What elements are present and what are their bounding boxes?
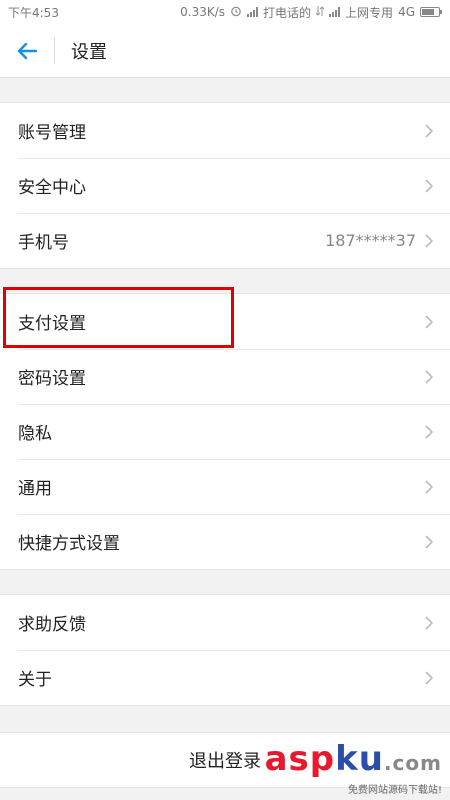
row-label: 通用	[18, 479, 52, 499]
network-speed: 0.33K/s	[180, 5, 226, 19]
chevron-right-icon	[424, 615, 434, 631]
watermark: aspku.com 免费网站源码下载站!	[265, 741, 442, 796]
chevron-right-icon	[424, 424, 434, 440]
row-label: 隐私	[18, 424, 52, 444]
row-label: 关于	[18, 670, 52, 690]
data-arrows-icon	[315, 5, 325, 20]
chevron-right-icon	[424, 369, 434, 385]
row-security-center[interactable]: 安全中心	[0, 158, 450, 213]
back-arrow-icon	[17, 42, 38, 59]
status-time: 下午4:53	[8, 5, 59, 20]
alarm-icon	[230, 5, 242, 20]
app-header: 设置	[0, 24, 450, 78]
status-bar: 下午4:53 0.33K/s 打电话的 上网专用 4G	[0, 0, 450, 24]
chevron-right-icon	[424, 178, 434, 194]
chevron-right-icon	[424, 479, 434, 495]
row-label: 支付设置	[18, 314, 86, 334]
row-shortcut-settings[interactable]: 快捷方式设置	[0, 514, 450, 569]
row-label: 密码设置	[18, 369, 86, 389]
signal-icon-2	[329, 7, 341, 17]
watermark-part2: ku	[335, 739, 384, 779]
battery-icon	[420, 7, 442, 17]
row-label: 求助反馈	[18, 615, 86, 635]
chevron-right-icon	[424, 314, 434, 330]
row-label: 手机号	[18, 233, 69, 253]
settings-group-general: 支付设置 密码设置 隐私 通用 快捷方式设置	[0, 293, 450, 570]
sim1-label: 打电话的	[263, 5, 312, 20]
row-privacy[interactable]: 隐私	[0, 404, 450, 459]
page-title: 设置	[71, 41, 107, 63]
phone-number-value: 187*****37	[325, 231, 416, 250]
network-type: 4G	[398, 5, 415, 19]
row-payment-settings[interactable]: 支付设置	[0, 294, 450, 349]
row-label: 账号管理	[18, 123, 86, 143]
watermark-part1: asp	[264, 739, 336, 779]
row-about[interactable]: 关于	[0, 650, 450, 705]
sim2-label: 上网专用	[345, 5, 394, 20]
row-help-feedback[interactable]: 求助反馈	[0, 595, 450, 650]
signal-icon	[247, 7, 259, 17]
chevron-right-icon	[424, 534, 434, 550]
row-password-settings[interactable]: 密码设置	[0, 349, 450, 404]
watermark-tagline: 免费网站源码下载站!	[347, 785, 442, 796]
row-label: 快捷方式设置	[18, 534, 120, 554]
row-account-management[interactable]: 账号管理	[0, 103, 450, 158]
settings-group-help: 求助反馈 关于	[0, 594, 450, 706]
row-general[interactable]: 通用	[0, 459, 450, 514]
back-button[interactable]	[0, 24, 54, 78]
row-label: 安全中心	[18, 178, 86, 198]
header-divider	[54, 37, 55, 64]
watermark-part3: .com	[383, 751, 442, 775]
chevron-right-icon	[424, 670, 434, 686]
settings-group-account: 账号管理 安全中心 手机号 187*****37	[0, 102, 450, 269]
row-phone-number[interactable]: 手机号 187*****37	[0, 213, 450, 268]
chevron-right-icon	[424, 123, 434, 139]
chevron-right-icon	[424, 233, 434, 249]
